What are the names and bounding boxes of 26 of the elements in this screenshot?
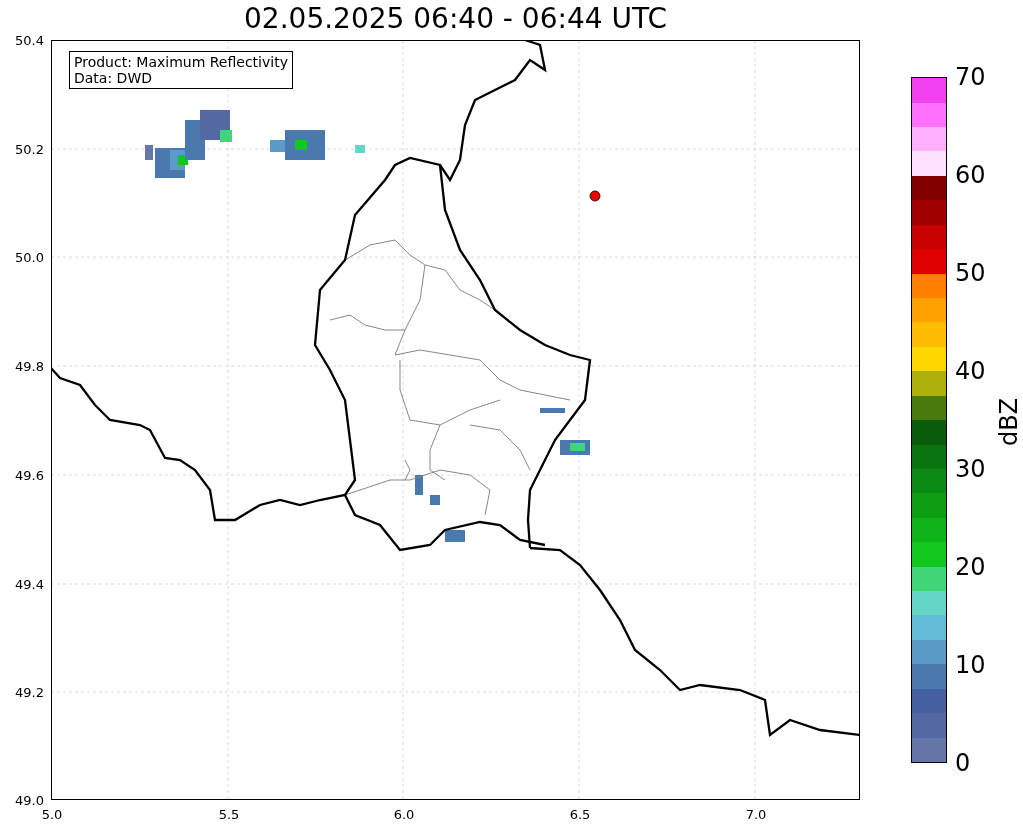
location-marker-icon: [589, 190, 601, 202]
y-tick-label: 49.4: [14, 577, 44, 593]
y-tick-label: 49.6: [14, 468, 44, 484]
info-text: Data: DWD: [74, 70, 153, 86]
colorbar-tick-label: 50: [955, 259, 986, 287]
y-tick-label: 49.8: [14, 359, 44, 375]
info-text: Product: Maximum Reflectivity: [74, 54, 288, 70]
y-tick-label: 49.0: [14, 793, 44, 809]
x-tick-label: 7.0: [744, 807, 768, 823]
x-tick-label: 6.5: [568, 807, 592, 823]
colorbar-tick-label: 0: [955, 749, 971, 777]
x-tick-label: 5.0: [40, 807, 64, 823]
colorbar-label: dBZ: [995, 397, 1023, 447]
y-tick-label: 50.2: [14, 142, 44, 158]
colorbar-tick-label: 10: [955, 651, 986, 679]
x-tick-label: 5.5: [217, 807, 241, 823]
colorbar-tick-label: 20: [955, 553, 986, 581]
chart-title: 02.05.2025 06:40 - 06:44 UTC: [243, 2, 668, 35]
colorbar-tick-label: 60: [955, 161, 986, 189]
y-tick-label: 50.0: [14, 250, 44, 266]
colorbar-tick-label: 30: [955, 455, 986, 483]
y-tick-label: 49.2: [14, 685, 44, 701]
y-tick-label: 50.4: [14, 33, 44, 49]
colorbar-tick-label: 70: [955, 63, 986, 91]
x-tick-label: 6.0: [392, 807, 416, 823]
colorbar-tick-label: 40: [955, 357, 986, 385]
